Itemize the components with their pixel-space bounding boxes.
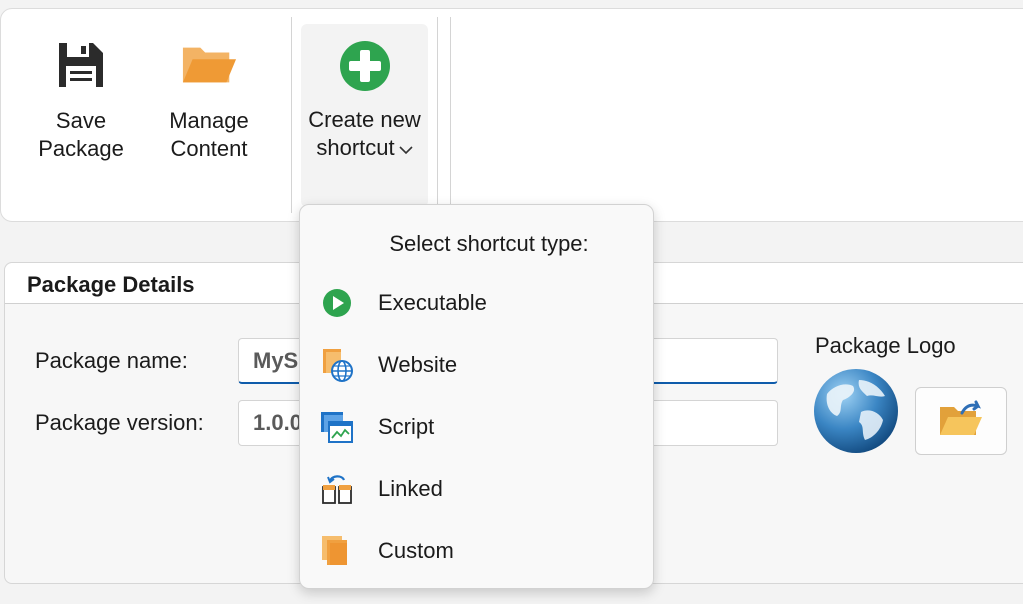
ribbon-separator <box>450 17 451 213</box>
chevron-down-icon <box>399 134 413 162</box>
folder-icon <box>181 37 237 93</box>
save-label-line1: Save <box>55 108 107 133</box>
ribbon-separator <box>291 17 292 213</box>
manage-label-line1: Manage <box>169 108 249 133</box>
menu-item-label: Script <box>378 414 435 439</box>
shortcut-type-menu: Select shortcut type: Executable Website <box>299 204 654 589</box>
manage-label-line2: Content <box>170 136 248 161</box>
save-package-button[interactable]: Save Package <box>23 29 139 197</box>
website-icon <box>320 348 354 382</box>
add-circle-icon <box>337 38 393 94</box>
open-folder-icon <box>938 399 984 444</box>
browse-logo-button[interactable] <box>915 387 1007 455</box>
create-label-line2: shortcut <box>316 135 395 160</box>
manage-content-button[interactable]: Manage Content <box>151 29 267 197</box>
globe-icon <box>813 368 899 454</box>
menu-item-label: Website <box>378 352 458 377</box>
menu-title: Select shortcut type: <box>389 231 589 256</box>
package-name-label: Package name: <box>35 348 188 373</box>
create-label-line1: Create new <box>308 107 421 132</box>
package-logo-label: Package Logo <box>815 333 956 358</box>
menu-item-website[interactable]: Website <box>300 339 653 391</box>
custom-icon <box>320 534 354 568</box>
menu-item-label: Executable <box>378 290 487 315</box>
package-version-label: Package version: <box>35 410 204 435</box>
menu-item-executable[interactable]: Executable <box>300 277 653 329</box>
linked-icon <box>320 472 354 506</box>
menu-item-custom[interactable]: Custom <box>300 525 653 577</box>
menu-item-label: Custom <box>378 538 454 563</box>
floppy-disk-icon <box>53 37 109 93</box>
play-icon <box>320 286 354 320</box>
ribbon-toolbar: Save Package Manage Content Create new s… <box>0 8 1023 222</box>
menu-item-label: Linked <box>378 476 443 501</box>
script-icon <box>320 410 354 444</box>
menu-item-linked[interactable]: Linked <box>300 463 653 515</box>
menu-item-script[interactable]: Script <box>300 401 653 453</box>
create-new-shortcut-button[interactable]: Create new shortcut <box>301 24 428 207</box>
ribbon-separator <box>437 17 438 213</box>
save-label-line2: Package <box>38 136 124 161</box>
